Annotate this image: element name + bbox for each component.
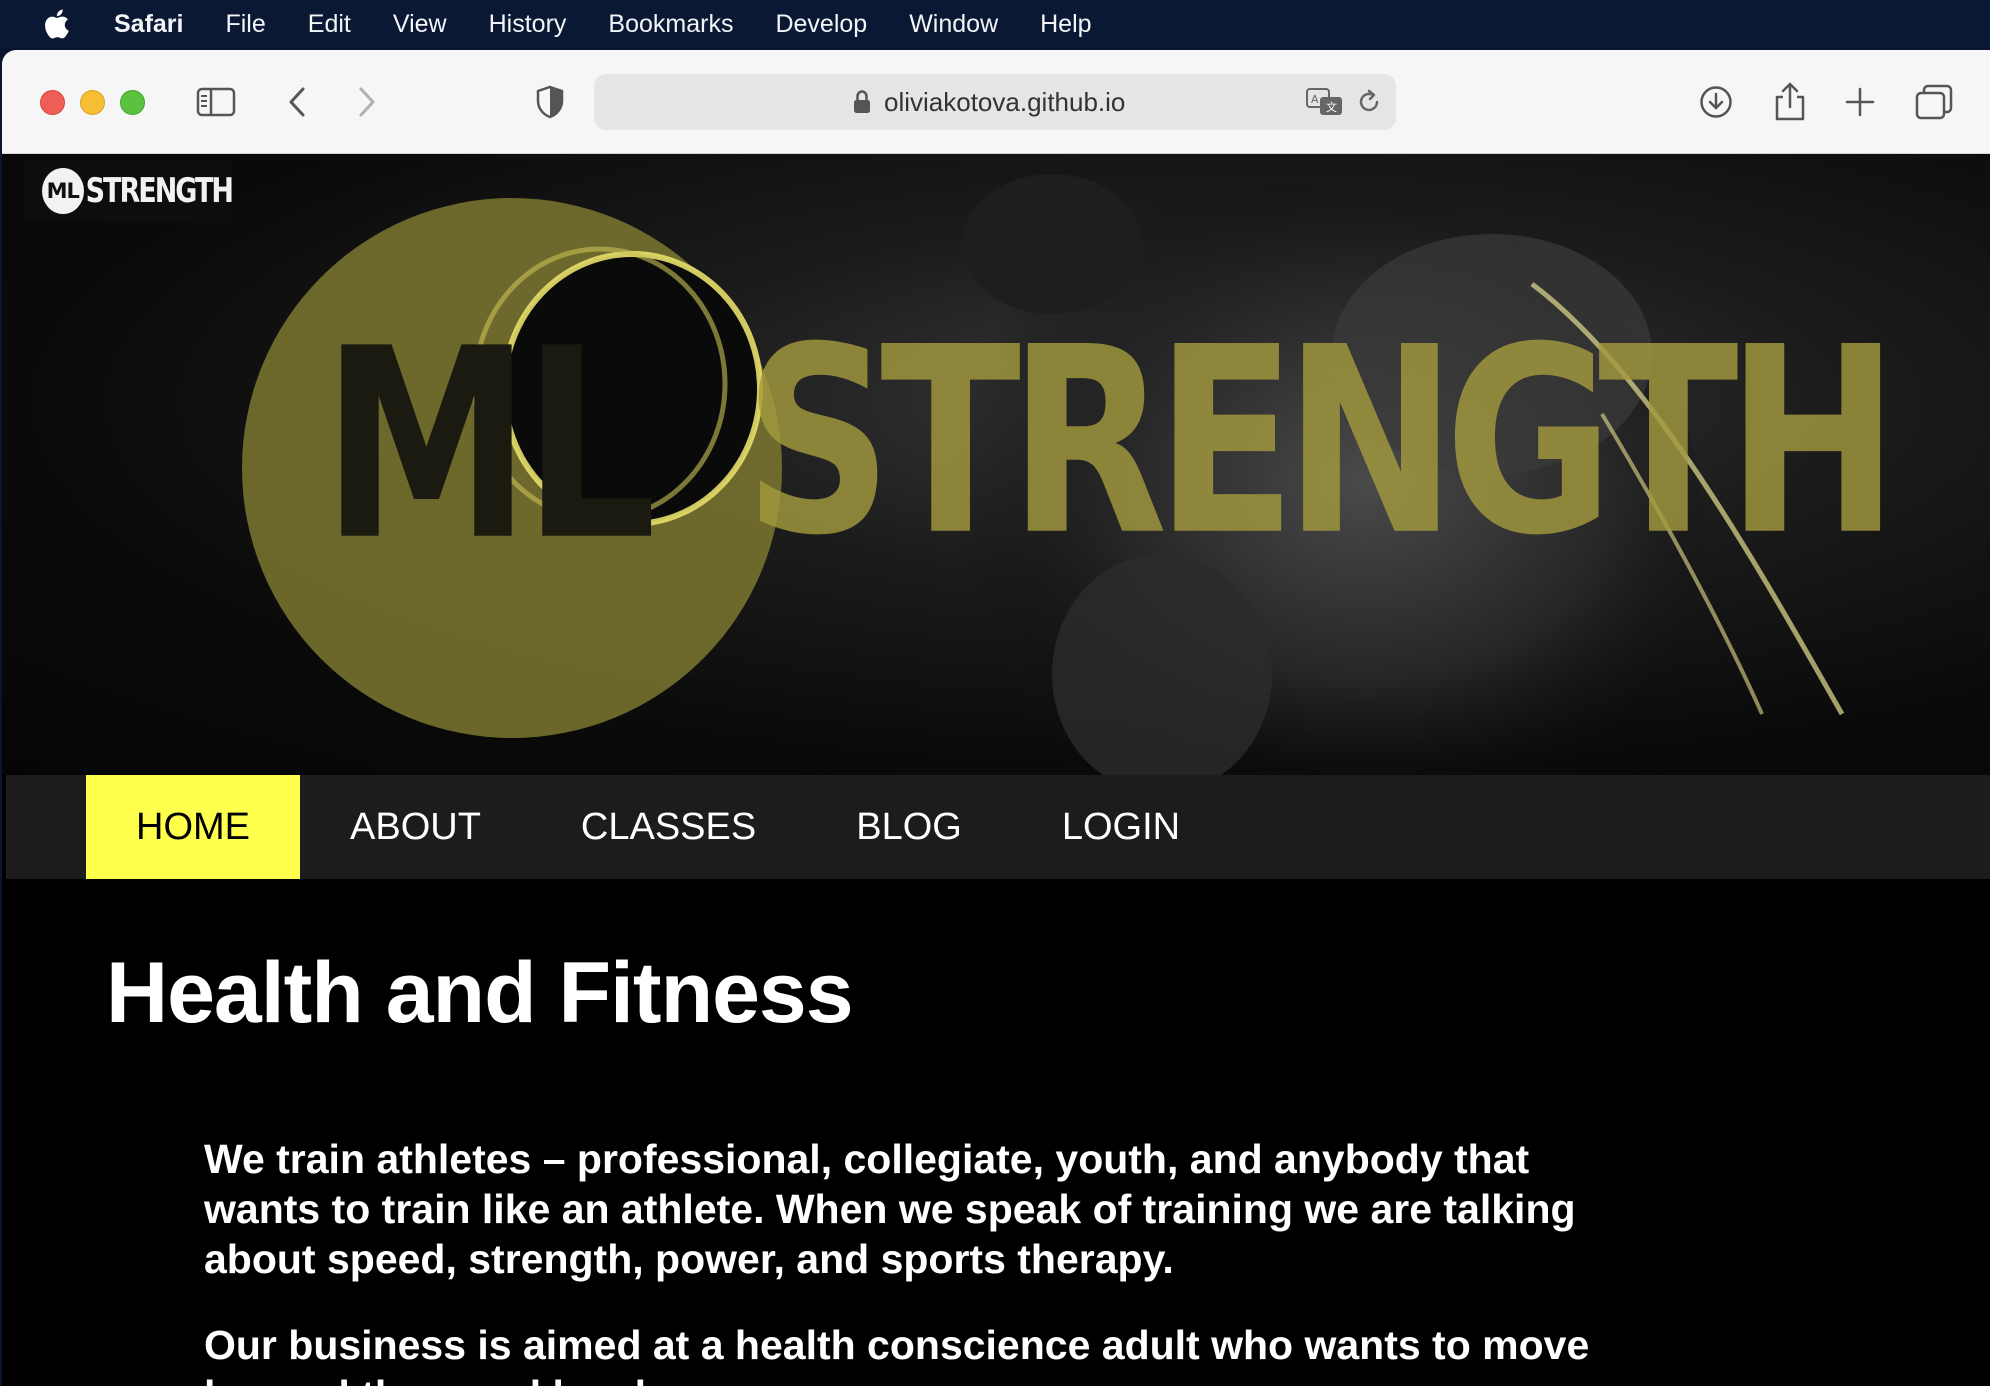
nav-classes[interactable]: CLASSES — [531, 775, 806, 879]
menu-view[interactable]: View — [393, 10, 447, 39]
hero-wordmark-strength: STRENGTH — [744, 292, 1899, 592]
zoom-window-button[interactable] — [120, 90, 145, 115]
menu-history[interactable]: History — [489, 10, 567, 39]
svg-text:A: A — [1311, 93, 1319, 106]
share-icon[interactable] — [1774, 80, 1806, 124]
menu-bookmarks[interactable]: Bookmarks — [608, 10, 733, 39]
forward-icon[interactable] — [356, 80, 378, 124]
menu-bar: Safari File Edit View History Bookmarks … — [0, 0, 1990, 48]
page-title: Health and Fitness — [106, 945, 854, 1041]
url-text: oliviakotova.github.io — [884, 87, 1126, 117]
intro-paragraph: We train athletes – professional, colleg… — [204, 1136, 1576, 1282]
site-logo[interactable]: ML STRENGTH — [24, 160, 234, 222]
downloads-icon[interactable] — [1699, 80, 1733, 124]
nav-login[interactable]: LOGIN — [1012, 775, 1230, 879]
nav-about[interactable]: ABOUT — [300, 775, 531, 879]
reload-icon[interactable] — [1356, 88, 1382, 121]
apple-icon[interactable] — [42, 8, 72, 40]
site-logo-mark: ML — [42, 168, 84, 214]
site-logo-word: STRENGTH — [85, 171, 234, 211]
web-page: ML STRENGTH ML STRENGTH HOME ABOUT CLASS… — [2, 154, 1990, 1386]
browser-toolbar: oliviakotova.github.io A文 — [2, 50, 1990, 154]
nav-home[interactable]: HOME — [86, 775, 300, 879]
new-tab-icon[interactable] — [1845, 80, 1875, 124]
menu-file[interactable]: File — [225, 10, 265, 39]
back-icon[interactable] — [286, 80, 308, 124]
svg-text:文: 文 — [1326, 100, 1337, 114]
nav-blog[interactable]: BLOG — [806, 775, 1012, 879]
privacy-shield-icon[interactable] — [536, 80, 564, 124]
menu-help[interactable]: Help — [1040, 10, 1091, 39]
minimize-window-button[interactable] — [80, 90, 105, 115]
main-nav: HOME ABOUT CLASSES BLOG LOGIN — [6, 775, 1990, 879]
address-bar[interactable]: oliviakotova.github.io A文 — [594, 74, 1396, 130]
business-paragraph: Our business is aimed at a health consci… — [204, 1322, 1590, 1386]
lock-icon — [852, 89, 872, 120]
sidebar-toggle-icon[interactable] — [196, 80, 236, 124]
hero-wordmark-ml: ML — [322, 292, 657, 599]
menu-app-safari[interactable]: Safari — [114, 10, 183, 39]
tab-overview-icon[interactable] — [1915, 80, 1953, 124]
safari-window: oliviakotova.github.io A文 ML STRENGTH ML… — [2, 50, 1990, 1386]
close-window-button[interactable] — [40, 90, 65, 115]
menu-develop[interactable]: Develop — [775, 10, 867, 39]
menu-edit[interactable]: Edit — [308, 10, 351, 39]
menu-window[interactable]: Window — [909, 10, 998, 39]
translate-icon[interactable]: A文 — [1306, 88, 1344, 121]
hero-banner: ML STRENGTH ML STRENGTH — [2, 154, 1990, 775]
